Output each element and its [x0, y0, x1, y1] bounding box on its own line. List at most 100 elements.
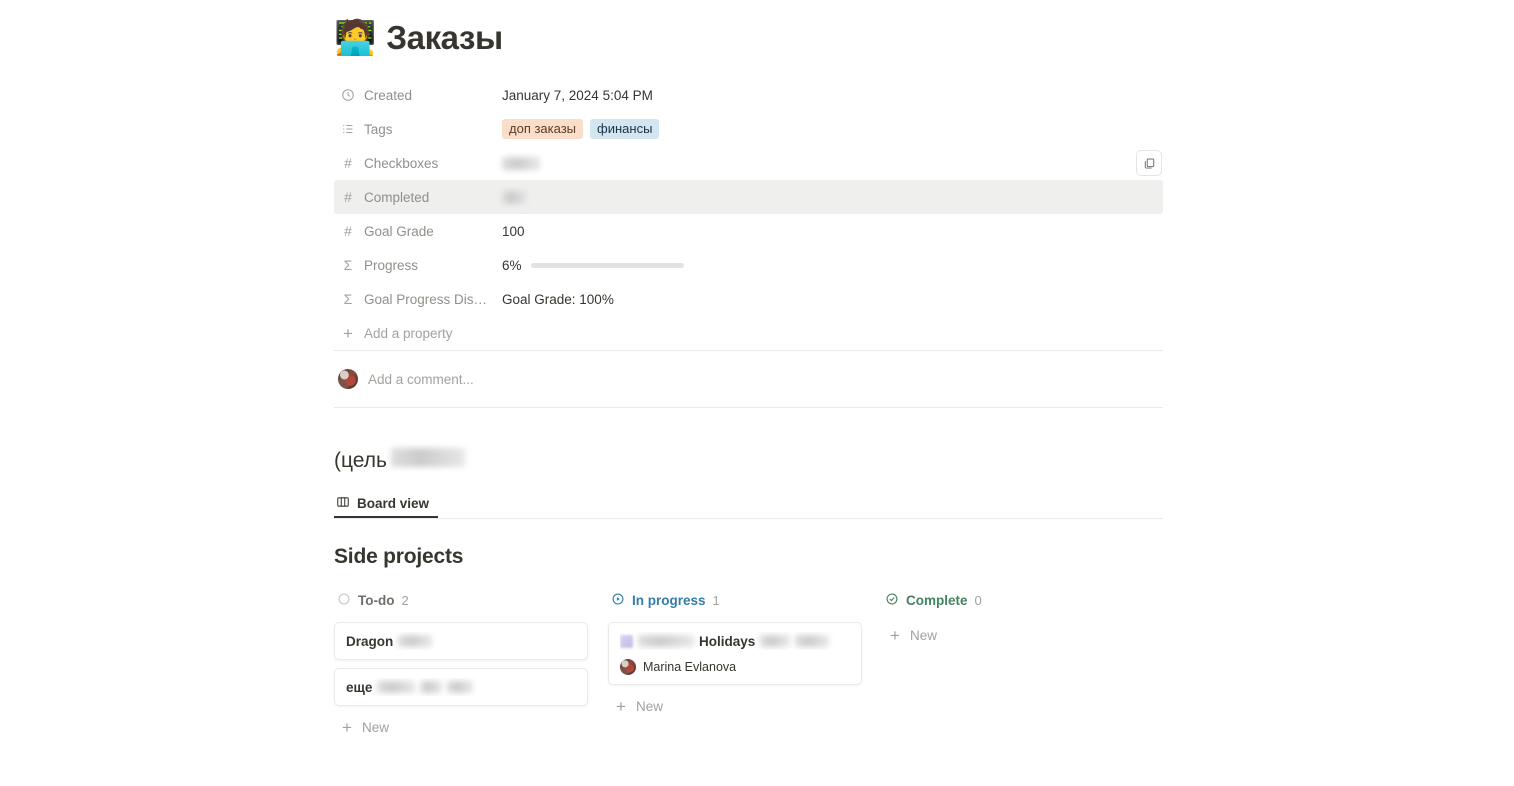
page-title: 🧑‍💻 Заказы: [334, 0, 1164, 62]
property-row-checkboxes[interactable]: # Checkboxes: [334, 146, 1164, 180]
property-label-text: Completed: [364, 189, 430, 205]
progress-percent-label: 6%: [502, 257, 522, 273]
column-count: 1: [712, 592, 720, 608]
column-header-in-progress[interactable]: In progress 1: [608, 587, 862, 613]
property-row-created[interactable]: Created January 7, 2024 5:04 PM: [334, 78, 1164, 112]
board-card[interactable]: Holidays Marina Evlanova: [608, 622, 862, 685]
column-header-complete[interactable]: Complete 0: [882, 587, 1136, 613]
card-title-text: еще: [346, 679, 373, 695]
avatar: [620, 659, 636, 675]
board-column-todo: To-do 2 Dragon еще + New: [334, 587, 588, 740]
divider: [334, 407, 1163, 408]
property-row-goal-progress-display[interactable]: Σ Goal Progress Dis… Goal Grade: 100%: [334, 282, 1164, 316]
redacted-value: [638, 635, 694, 647]
property-label-text: Created: [364, 87, 413, 103]
redacted-value: [502, 190, 527, 204]
property-value-checkboxes[interactable]: [502, 156, 1164, 170]
property-value-progress: 6%: [502, 258, 1164, 273]
plus-icon: +: [616, 696, 626, 716]
card-title: Dragon: [346, 632, 576, 650]
board: To-do 2 Dragon еще + New In progress 1 H…: [334, 587, 1164, 740]
tag-chip[interactable]: доп заказы: [502, 119, 584, 139]
plus-icon: +: [890, 625, 900, 645]
property-label-text: Goal Grade: [364, 223, 434, 239]
progress-bar: 6%: [502, 258, 684, 273]
board-view-icon: [336, 495, 350, 512]
new-label: New: [910, 627, 938, 643]
assignee-name: Marina Evlanova: [643, 660, 737, 674]
property-value-goal-grade[interactable]: 100: [502, 224, 1164, 239]
comment-composer[interactable]: Add a comment...: [334, 351, 1164, 407]
card-title-text: Holidays: [699, 633, 756, 649]
property-value-created[interactable]: January 7, 2024 5:04 PM: [502, 88, 1164, 103]
page-title-text[interactable]: Заказы: [386, 19, 503, 57]
new-label: New: [362, 719, 390, 735]
new-label: New: [636, 698, 664, 714]
property-row-goal-grade[interactable]: # Goal Grade 100: [334, 214, 1164, 248]
technologist-emoji-icon[interactable]: 🧑‍💻: [334, 21, 376, 55]
property-row-completed[interactable]: # Completed: [334, 180, 1163, 214]
property-label-tags[interactable]: Tags: [334, 121, 502, 137]
property-label-completed[interactable]: # Completed: [334, 189, 502, 205]
property-row-progress[interactable]: Σ Progress 6%: [334, 248, 1164, 282]
board-column-in-progress: In progress 1 Holidays Marina Evlanova +: [608, 587, 862, 740]
card-title: Holidays: [620, 632, 850, 650]
add-property-label: Add a property: [364, 325, 453, 341]
number-icon: #: [344, 155, 352, 171]
card-title: еще: [346, 678, 576, 696]
property-label-checkboxes[interactable]: # Checkboxes: [334, 155, 502, 171]
redacted-value: [795, 635, 830, 647]
property-label-text: Goal Progress Dis…: [364, 291, 488, 307]
column-header-todo[interactable]: To-do 2: [334, 587, 588, 613]
card-title-text: Dragon: [346, 633, 394, 649]
column-name: In progress: [632, 592, 706, 608]
column-count: 2: [401, 592, 409, 608]
sigma-icon: Σ: [343, 291, 353, 307]
number-icon: #: [344, 189, 352, 205]
board-title: Side projects: [334, 545, 464, 568]
clock-icon: [340, 87, 356, 103]
column-count: 0: [974, 592, 982, 608]
property-value-completed[interactable]: [502, 190, 1163, 204]
sigma-icon: Σ: [343, 257, 353, 273]
tab-board-view[interactable]: Board view: [334, 490, 439, 518]
circle-icon: [337, 592, 351, 609]
page-content: 🧑‍💻 Заказы Created January 7, 2024 5:04 …: [334, 0, 1164, 740]
board-card[interactable]: еще: [334, 668, 588, 706]
property-row-tags[interactable]: Tags доп заказы финансы: [334, 112, 1164, 146]
property-label-goal-progress-display[interactable]: Σ Goal Progress Dis…: [334, 291, 502, 307]
column-name: Complete: [906, 592, 968, 608]
add-card-button-in-progress[interactable]: + New: [608, 693, 862, 719]
board-column-complete: Complete 0 + New: [882, 587, 1136, 740]
property-label-progress[interactable]: Σ Progress: [334, 257, 502, 273]
card-assignee: Marina Evlanova: [620, 659, 850, 675]
property-label-text: Progress: [364, 257, 419, 273]
column-name: To-do: [358, 592, 395, 608]
add-property-button[interactable]: + Add a property: [334, 316, 1164, 350]
property-value-goal-progress-display[interactable]: Goal Grade: 100%: [502, 292, 1164, 307]
check-circle-icon: [885, 592, 899, 609]
property-value-tags[interactable]: доп заказы финансы: [502, 119, 1164, 139]
property-label-text: Checkboxes: [364, 155, 439, 171]
page-icon: [620, 634, 633, 648]
play-circle-icon: [611, 592, 625, 609]
tab-label: Board view: [357, 495, 430, 511]
board-card[interactable]: Dragon: [334, 622, 588, 660]
add-card-button-complete[interactable]: + New: [882, 622, 1136, 648]
comment-placeholder[interactable]: Add a comment...: [368, 372, 474, 387]
redacted-value: [390, 448, 465, 467]
redacted-value: [760, 635, 791, 647]
redacted-value: [447, 681, 474, 693]
tag-chip[interactable]: финансы: [590, 119, 660, 139]
property-label-goal-grade[interactable]: # Goal Grade: [334, 223, 502, 239]
list-icon: [340, 121, 356, 137]
redacted-value: [420, 681, 443, 693]
property-label-text: Tags: [364, 121, 393, 137]
redacted-value: [377, 681, 416, 693]
property-label-created[interactable]: Created: [334, 87, 502, 103]
redacted-value: [398, 635, 433, 647]
add-card-button-todo[interactable]: + New: [334, 714, 588, 740]
subpage-title-text: (цель: [334, 449, 387, 472]
progress-track: [530, 262, 684, 268]
copy-button[interactable]: [1136, 150, 1162, 176]
